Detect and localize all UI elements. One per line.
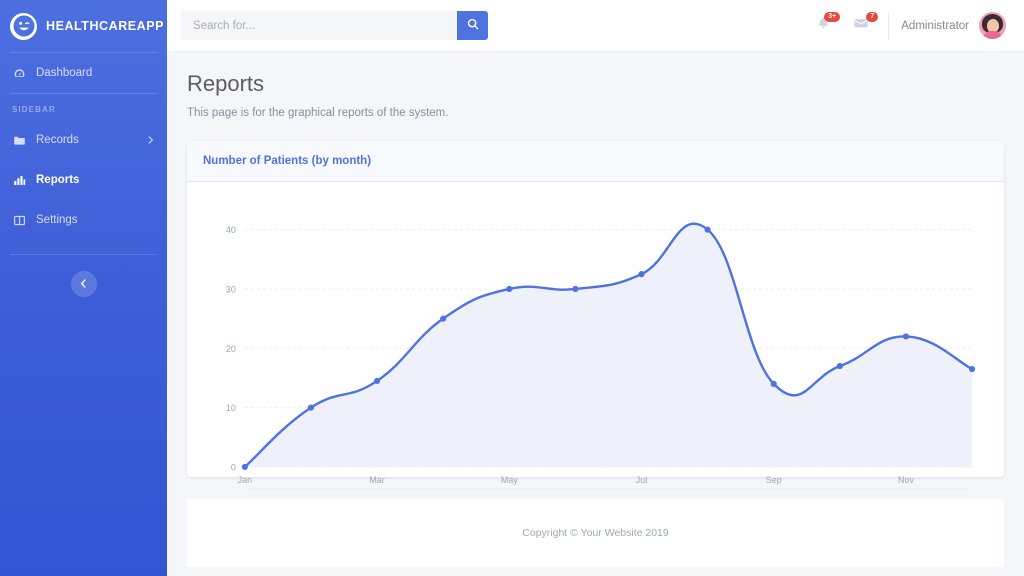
- smiley-wink-icon: [10, 12, 37, 40]
- collapse-wrap: [0, 255, 167, 297]
- sidebar-item-reports[interactable]: Reports: [0, 160, 167, 200]
- chart-bar-icon: [12, 174, 26, 187]
- sidebar-item-settings[interactable]: Settings: [0, 200, 167, 240]
- chart-card-body: 0 10 20 30 40 Jan Mar May Jul Sep Nov: [187, 182, 1004, 509]
- search-icon: [467, 18, 479, 33]
- svg-text:40: 40: [226, 225, 236, 235]
- svg-text:Sep: Sep: [766, 474, 782, 484]
- sidebar-item-records[interactable]: Records: [0, 120, 167, 160]
- svg-text:10: 10: [226, 403, 236, 413]
- sidebar-item-label: Reports: [36, 174, 80, 186]
- search-input[interactable]: [181, 11, 457, 40]
- main-area: 3+ 7 Administrator: [167, 0, 1024, 576]
- alerts-badge: 3+: [824, 11, 841, 22]
- tachometer-icon: [12, 67, 26, 80]
- svg-text:Mar: Mar: [369, 474, 384, 484]
- chart-card-header: Number of Patients (by month): [187, 140, 1004, 182]
- messages-badge: 7: [866, 11, 879, 22]
- sidebar-item-dashboard[interactable]: Dashboard: [0, 53, 167, 93]
- topbar-divider: [888, 12, 890, 39]
- folder-icon: [12, 134, 26, 147]
- svg-text:20: 20: [226, 343, 236, 353]
- sidebar-section-heading: SIDEBAR: [12, 105, 56, 114]
- messages-button[interactable]: 7: [842, 7, 880, 45]
- user-name: Administrator: [901, 19, 969, 32]
- avatar: [979, 12, 1006, 39]
- svg-text:May: May: [501, 474, 518, 484]
- page-subtitle: This page is for the graphical reports o…: [187, 106, 449, 119]
- svg-text:Nov: Nov: [898, 474, 914, 484]
- footer-text: Copyright © Your Website 2019: [522, 526, 669, 539]
- svg-text:0: 0: [231, 462, 236, 472]
- app-root: HEALTHCAREAPP Dashboard SIDEBAR Records: [0, 0, 1024, 576]
- sidebar-item-label: Records: [36, 134, 79, 146]
- chart-title: Number of Patients (by month): [203, 154, 372, 167]
- topbar: 3+ 7 Administrator: [167, 0, 1024, 52]
- user-menu[interactable]: Administrator: [901, 12, 1006, 39]
- svg-text:Jul: Jul: [636, 474, 647, 484]
- alerts-button[interactable]: 3+: [804, 7, 842, 45]
- page-content: Reports This page is for the graphical r…: [167, 52, 1024, 576]
- chevron-right-icon: [147, 136, 155, 144]
- svg-text:Jan: Jan: [238, 474, 252, 484]
- brand[interactable]: HEALTHCAREAPP: [0, 0, 167, 52]
- search-box: [181, 11, 488, 40]
- sidebar-item-label: Dashboard: [36, 67, 93, 79]
- brand-name: HEALTHCAREAPP: [46, 19, 165, 33]
- sidebar-collapse-button[interactable]: [70, 271, 97, 297]
- table-icon: [12, 214, 26, 227]
- footer: Copyright © Your Website 2019: [187, 498, 1004, 567]
- sidebar-item-label: Settings: [36, 214, 78, 226]
- page-title: Reports: [187, 71, 265, 96]
- chevron-left-icon: [79, 275, 88, 293]
- topbar-right: 3+ 7 Administrator: [804, 7, 1006, 45]
- sidebar: HEALTHCAREAPP Dashboard SIDEBAR Records: [0, 0, 167, 576]
- svg-text:30: 30: [226, 284, 236, 294]
- patients-line-chart[interactable]: 0 10 20 30 40 Jan Mar May Jul Sep Nov: [201, 192, 990, 503]
- search-button[interactable]: [457, 11, 488, 40]
- chart-card: Number of Patients (by month) 0 10 20 30 40 J…: [187, 140, 1004, 489]
